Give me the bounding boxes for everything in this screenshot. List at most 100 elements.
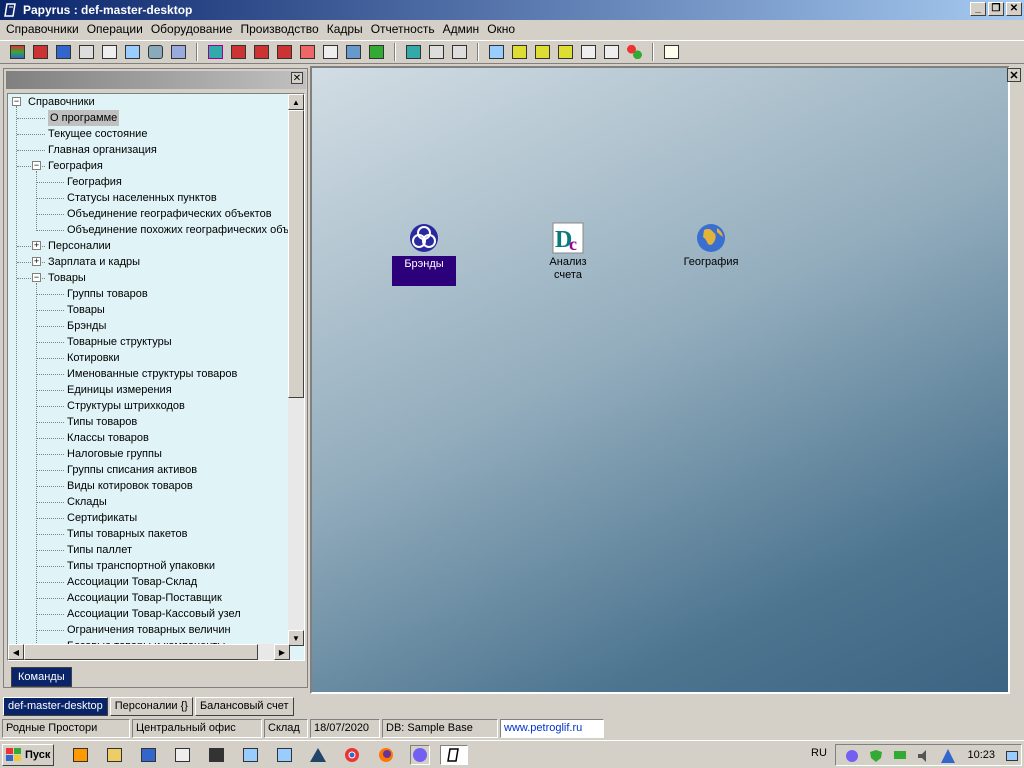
toolbar-button-doc-red[interactable] xyxy=(296,42,318,62)
scroll-thumb[interactable] xyxy=(24,644,258,660)
toolbar-button-screen[interactable] xyxy=(121,42,143,62)
tree-item[interactable]: Текущее состояние xyxy=(48,126,147,142)
tree-item[interactable]: Ассоциации Товар-Кассовый узел xyxy=(67,606,241,622)
tree-item[interactable]: Ассоциации Товар-Поставщик xyxy=(67,590,222,606)
show-desktop-icon[interactable] xyxy=(1005,746,1019,766)
chrome-icon[interactable] xyxy=(342,745,362,765)
tree-item-selected[interactable]: О программе xyxy=(48,110,120,126)
tree-item[interactable]: Типы товарных пакетов xyxy=(67,526,187,542)
toolbar-button-network[interactable] xyxy=(167,42,189,62)
toolbar-button-doc-blue[interactable] xyxy=(485,42,507,62)
desktop-close-button[interactable]: ✕ xyxy=(1007,68,1021,82)
toolbar-button-filter1[interactable] xyxy=(508,42,530,62)
toolbar-button-pages[interactable] xyxy=(577,42,599,62)
menu-operations[interactable]: Операции xyxy=(83,20,147,38)
tree-item[interactable]: Единицы измерения xyxy=(67,382,172,398)
tree-item[interactable]: Группы списания активов xyxy=(67,462,197,478)
viber-tray-icon[interactable] xyxy=(842,746,862,766)
desktop-area[interactable]: Брэнды D c Анализ счета География xyxy=(310,66,1010,694)
menu-staff[interactable]: Кадры xyxy=(323,20,367,38)
toolbar-button-pages2[interactable] xyxy=(600,42,622,62)
panel-close-button[interactable]: ✕ xyxy=(291,72,303,84)
commands-tab[interactable]: Команды xyxy=(11,667,72,687)
vertical-scrollbar[interactable]: ▲ ▼ xyxy=(288,94,304,646)
tree-item[interactable]: Котировки xyxy=(67,350,120,366)
toolbar-button-calc[interactable] xyxy=(75,42,97,62)
tree-expander[interactable]: − xyxy=(32,161,41,170)
toolbar-button-doc-list[interactable] xyxy=(319,42,341,62)
toolbar-button-analysis[interactable] xyxy=(402,42,424,62)
tree-item[interactable]: Виды котировок товаров xyxy=(67,478,193,494)
tool-icon-2[interactable] xyxy=(274,745,294,765)
tree-item[interactable]: Налоговые группы xyxy=(67,446,162,462)
tab-balance-account[interactable]: Балансовый счет xyxy=(194,696,294,716)
tree-item[interactable]: Ограничения товарных величин xyxy=(67,622,231,638)
toolbar-button-o[interactable] xyxy=(273,42,295,62)
start-button[interactable]: Пуск xyxy=(2,744,54,766)
shield-tray-icon[interactable] xyxy=(866,746,886,766)
toolbar-button-goods[interactable] xyxy=(6,42,28,62)
tree-item[interactable]: Сертификаты xyxy=(67,510,137,526)
toolbar-button-filter2[interactable] xyxy=(531,42,553,62)
scroll-up-arrow[interactable]: ▲ xyxy=(288,94,304,110)
toolbar-button-balls[interactable] xyxy=(623,42,645,62)
status-website-link[interactable]: www.petroglif.ru xyxy=(500,719,604,738)
language-indicator[interactable]: RU xyxy=(811,747,827,759)
horizontal-scrollbar[interactable]: ◀ ▶ xyxy=(8,644,290,660)
tree-item[interactable]: Типы товаров xyxy=(67,414,137,430)
tree-root[interactable]: Справочники xyxy=(28,94,95,110)
menu-reports[interactable]: Отчетность xyxy=(367,20,439,38)
toolbar-button-print[interactable] xyxy=(98,42,120,62)
toolbar-button-cart[interactable] xyxy=(144,42,166,62)
toolbar-button-filter3[interactable] xyxy=(554,42,576,62)
toolbar-button-edit[interactable] xyxy=(660,42,682,62)
tree-item[interactable]: Ассоциации Товар-Склад xyxy=(67,574,197,590)
volume-tray-icon[interactable] xyxy=(914,746,934,766)
tab-persons[interactable]: Персоналии {} xyxy=(109,696,193,716)
tool-icon-1[interactable] xyxy=(240,745,260,765)
tree-item[interactable]: Группы товаров xyxy=(67,286,148,302)
toolbar-button-warehouse[interactable] xyxy=(52,42,74,62)
title-bar[interactable]: Papyrus : def-master-desktop _ ❐ ✕ xyxy=(0,0,1024,20)
tree-item[interactable]: Именованные структуры товаров xyxy=(67,366,237,382)
toolbar-button-books[interactable] xyxy=(365,42,387,62)
scroll-thumb[interactable] xyxy=(288,110,304,398)
toolbar-button-grid[interactable] xyxy=(425,42,447,62)
menu-window[interactable]: Окно xyxy=(483,20,519,38)
scroll-left-arrow[interactable]: ◀ xyxy=(8,644,24,660)
app-tray-icon[interactable] xyxy=(938,746,958,766)
tree-item[interactable]: Статусы населенных пунктов xyxy=(67,190,217,206)
office-app-icon[interactable] xyxy=(138,745,158,765)
desktop-icon-brands[interactable]: Брэнды xyxy=(389,222,459,286)
tree-item[interactable]: Склады xyxy=(67,494,107,510)
tree-item[interactable]: Товары xyxy=(48,270,86,286)
tree-item[interactable]: Товарные структуры xyxy=(67,334,172,350)
network-tray-icon[interactable] xyxy=(890,746,910,766)
toolbar-button-catalog[interactable] xyxy=(29,42,51,62)
triangle-app-icon[interactable] xyxy=(308,745,328,765)
tree-expander[interactable]: − xyxy=(32,273,41,282)
restore-button[interactable]: ❐ xyxy=(988,2,1004,16)
tree-item[interactable]: Объединение похожих географических объ xyxy=(67,222,289,238)
tree-expander[interactable]: − xyxy=(12,97,21,106)
tree-item[interactable]: Персоналии xyxy=(48,238,111,254)
desktop-icon-geography[interactable]: География xyxy=(676,222,746,269)
desktop-icon-account-analysis[interactable]: D c Анализ счета xyxy=(533,222,603,282)
tree-item[interactable]: Типы паллет xyxy=(67,542,132,558)
pdf-app-icon[interactable] xyxy=(172,745,192,765)
tree-item[interactable]: Структуры штрихкодов xyxy=(67,398,185,414)
viber-icon[interactable] xyxy=(410,745,430,765)
toolbar-button-people[interactable] xyxy=(342,42,364,62)
tree-item[interactable]: Брэнды xyxy=(67,318,106,334)
minimize-button[interactable]: _ xyxy=(970,2,986,16)
scroll-right-arrow[interactable]: ▶ xyxy=(274,644,290,660)
media-player-icon[interactable] xyxy=(70,745,90,765)
menu-production[interactable]: Производство xyxy=(236,20,322,38)
papyrus-taskbar-icon[interactable] xyxy=(440,745,468,765)
tree-item[interactable]: Классы товаров xyxy=(67,430,149,446)
toolbar-button-a[interactable] xyxy=(227,42,249,62)
tree-expander[interactable]: + xyxy=(32,241,41,250)
close-button[interactable]: ✕ xyxy=(1006,2,1022,16)
tree-item[interactable]: Типы транспортной упаковки xyxy=(67,558,215,574)
tab-def-master-desktop[interactable]: def-master-desktop xyxy=(3,696,108,716)
